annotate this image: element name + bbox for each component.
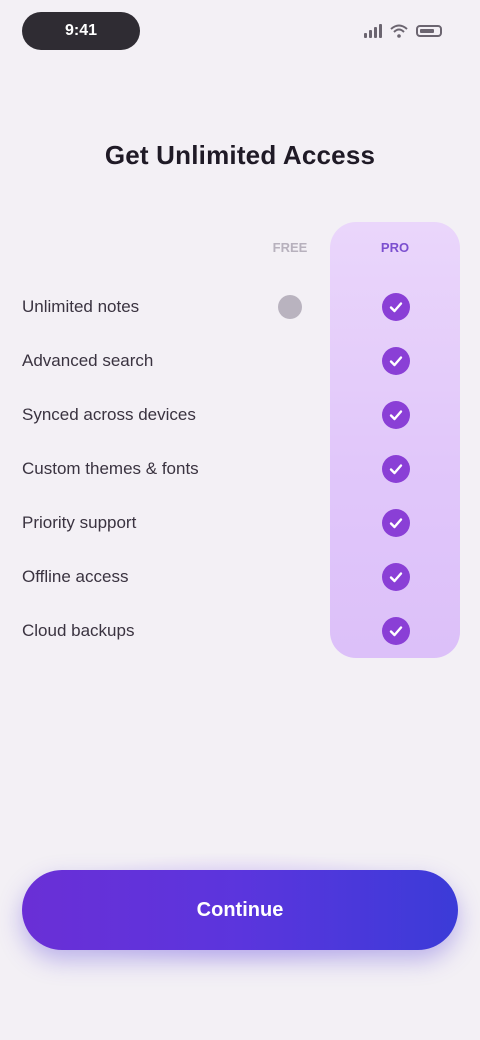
feature-row: Offline access: [22, 550, 462, 604]
feature-row: Unlimited notes: [22, 280, 462, 334]
feature-row: Custom themes & fonts: [22, 442, 462, 496]
battery-icon: [416, 25, 442, 37]
status-bar: 9:41: [0, 0, 480, 64]
check-icon: [382, 401, 410, 429]
pro-column-header: PRO: [380, 240, 410, 255]
check-icon: [382, 455, 410, 483]
feature-row: Synced across devices: [22, 388, 462, 442]
continue-button[interactable]: Continue: [22, 870, 458, 950]
check-icon: [382, 617, 410, 645]
free-column-header: FREE: [272, 240, 308, 255]
status-indicators: [364, 22, 442, 40]
feature-label: Unlimited notes: [22, 297, 140, 316]
feature-row: Priority support: [22, 496, 462, 550]
comparison-table: FREE PRO Unlimited notes Advanced search S…: [22, 222, 462, 662]
check-icon: [382, 293, 410, 321]
check-icon: [382, 563, 410, 591]
status-time: 9:41: [64, 22, 98, 39]
feature-label: Advanced search: [22, 351, 154, 370]
feature-label: Cloud backups: [22, 621, 135, 640]
page-title: Get Unlimited Access: [104, 140, 376, 170]
free-included-icon: [278, 295, 302, 319]
feature-label: Synced across devices: [22, 405, 196, 424]
feature-label: Custom themes & fonts: [22, 459, 199, 478]
feature-label: Offline access: [22, 567, 129, 586]
feature-row: Advanced search: [22, 334, 462, 388]
wifi-icon: [390, 24, 408, 38]
check-icon: [382, 347, 410, 375]
feature-row: Cloud backups: [22, 604, 462, 658]
signal-icon: [364, 24, 382, 38]
feature-label: Priority support: [22, 513, 137, 532]
check-icon: [382, 509, 410, 537]
